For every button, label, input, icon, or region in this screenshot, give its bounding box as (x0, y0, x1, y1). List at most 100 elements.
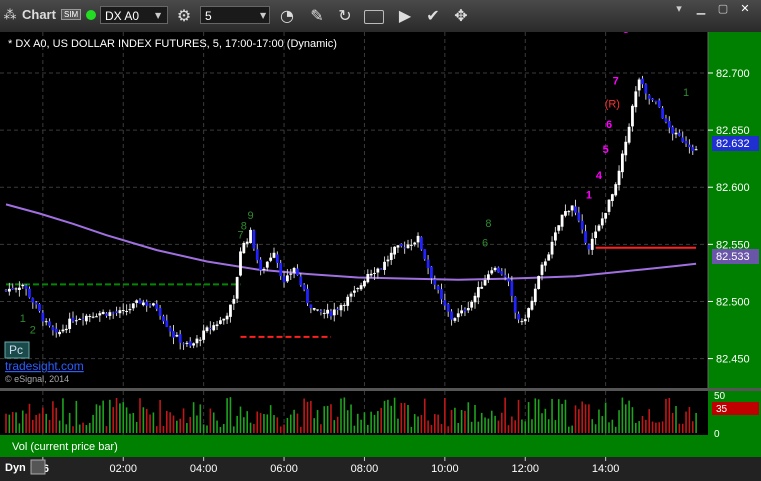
candle-body (101, 311, 105, 315)
candle-body (406, 244, 410, 249)
candle-body (78, 319, 82, 321)
last-price-label: 82.632 (716, 138, 750, 150)
candle-body (299, 276, 303, 286)
candle-body (460, 310, 463, 314)
candle-body (332, 309, 336, 316)
candle-body (574, 206, 577, 213)
volume-current-label: 35 (716, 404, 728, 415)
candle-body (617, 170, 621, 185)
volume-bar (618, 410, 620, 433)
volume-bar (544, 408, 547, 433)
tradesight-link[interactable]: tradesight.com (5, 359, 84, 373)
candle-body (523, 319, 527, 322)
candle-body (450, 311, 453, 320)
zoom-icon[interactable] (30, 459, 46, 475)
volume-bar (236, 415, 238, 433)
volume-bar (387, 399, 389, 433)
volume-bar (581, 401, 583, 433)
volume-bar (129, 413, 131, 433)
get-icon[interactable] (364, 10, 384, 24)
td-label: 8 (485, 218, 491, 230)
volume-bar (578, 409, 580, 433)
volume-bar (169, 412, 171, 433)
candle-body (594, 231, 597, 238)
candle-body (440, 289, 443, 300)
panel-divider[interactable] (0, 388, 761, 391)
play-icon[interactable]: ▶ (394, 5, 416, 27)
candle-body (366, 273, 370, 283)
pc-badge[interactable]: Pc (4, 341, 30, 359)
volume-bar (434, 414, 436, 433)
clock-icon[interactable]: ◔ (276, 5, 298, 27)
volume-bar (313, 418, 315, 433)
volume-bar (326, 405, 329, 433)
candle-body (282, 276, 286, 283)
candle-body (513, 296, 517, 313)
candle-body (500, 271, 504, 275)
volume-bar (661, 421, 664, 433)
interval-dropdown-chevron-icon[interactable]: ▼ (260, 11, 266, 20)
pen-icon[interactable]: ✎ (306, 5, 328, 27)
drag-icon[interactable]: ✥ (450, 5, 472, 27)
volume-bar (420, 415, 423, 433)
candle-body (259, 259, 262, 271)
volume-bar (216, 420, 218, 433)
menu-chevron-icon[interactable]: ▾ (668, 2, 690, 16)
candle-body (537, 276, 541, 289)
minimize-icon[interactable]: ▁ (690, 2, 712, 16)
candle-body (607, 199, 611, 212)
refresh-icon[interactable]: ↻ (334, 5, 356, 27)
volume-bar (249, 422, 252, 433)
volume-bar (333, 420, 336, 433)
volume-badge: 35 (712, 402, 759, 415)
volume-bar (427, 420, 429, 433)
candle-body (641, 78, 644, 85)
volume-bar (537, 399, 540, 433)
volume-bar (21, 410, 24, 433)
candle-body (376, 268, 380, 273)
symbol-dropdown-chevron-icon[interactable]: ▼ (155, 11, 161, 20)
volume-bar (310, 400, 312, 433)
volume-panel-label: Vol (current price bar) (12, 441, 118, 453)
price-tick-label: 82.600 (716, 182, 750, 194)
candle-body (14, 288, 18, 290)
volume-bar (122, 402, 125, 433)
volume-bar (222, 424, 225, 433)
candle-body (265, 261, 269, 268)
candle-body (245, 241, 249, 244)
settings-gear-icon[interactable]: ⚙ (173, 5, 195, 27)
candle-body (396, 245, 400, 248)
volume-bar (289, 414, 292, 433)
candle-body (363, 280, 366, 287)
candle-body (520, 321, 524, 323)
candle-body (610, 194, 614, 202)
candle-body (58, 331, 61, 335)
chart-link-icon[interactable]: ⁂ (0, 5, 20, 27)
volume-bar (373, 414, 376, 433)
check-icon[interactable]: ✔ (422, 5, 444, 27)
volume-bar (85, 425, 88, 433)
volume-bar (350, 404, 352, 433)
volume-bar (115, 397, 118, 433)
volume-bar (356, 413, 359, 433)
time-tick-label: 04:00 (190, 463, 218, 475)
dyn-label[interactable]: Dyn (5, 462, 26, 474)
candle-body (165, 320, 169, 327)
volume-bar (571, 425, 573, 433)
candle-body (141, 302, 145, 306)
candle-body (198, 339, 202, 341)
volume-bar (484, 417, 486, 433)
volume-bar (390, 405, 393, 433)
td-label: 2 (30, 324, 36, 336)
close-icon[interactable]: ✕ (734, 2, 756, 16)
volume-bar (172, 415, 175, 433)
candle-body (296, 268, 299, 276)
restore-icon[interactable]: ▢ (712, 2, 734, 16)
candle-body (426, 259, 430, 269)
time-tick-label: 14:00 (592, 463, 620, 475)
candle-body (554, 232, 557, 241)
volume-bar (330, 404, 332, 433)
chart-title: * DX A0, US DOLLAR INDEX FUTURES, 5, 17:… (8, 38, 337, 50)
candle-body (644, 84, 648, 94)
td-label: 5 (603, 144, 609, 156)
